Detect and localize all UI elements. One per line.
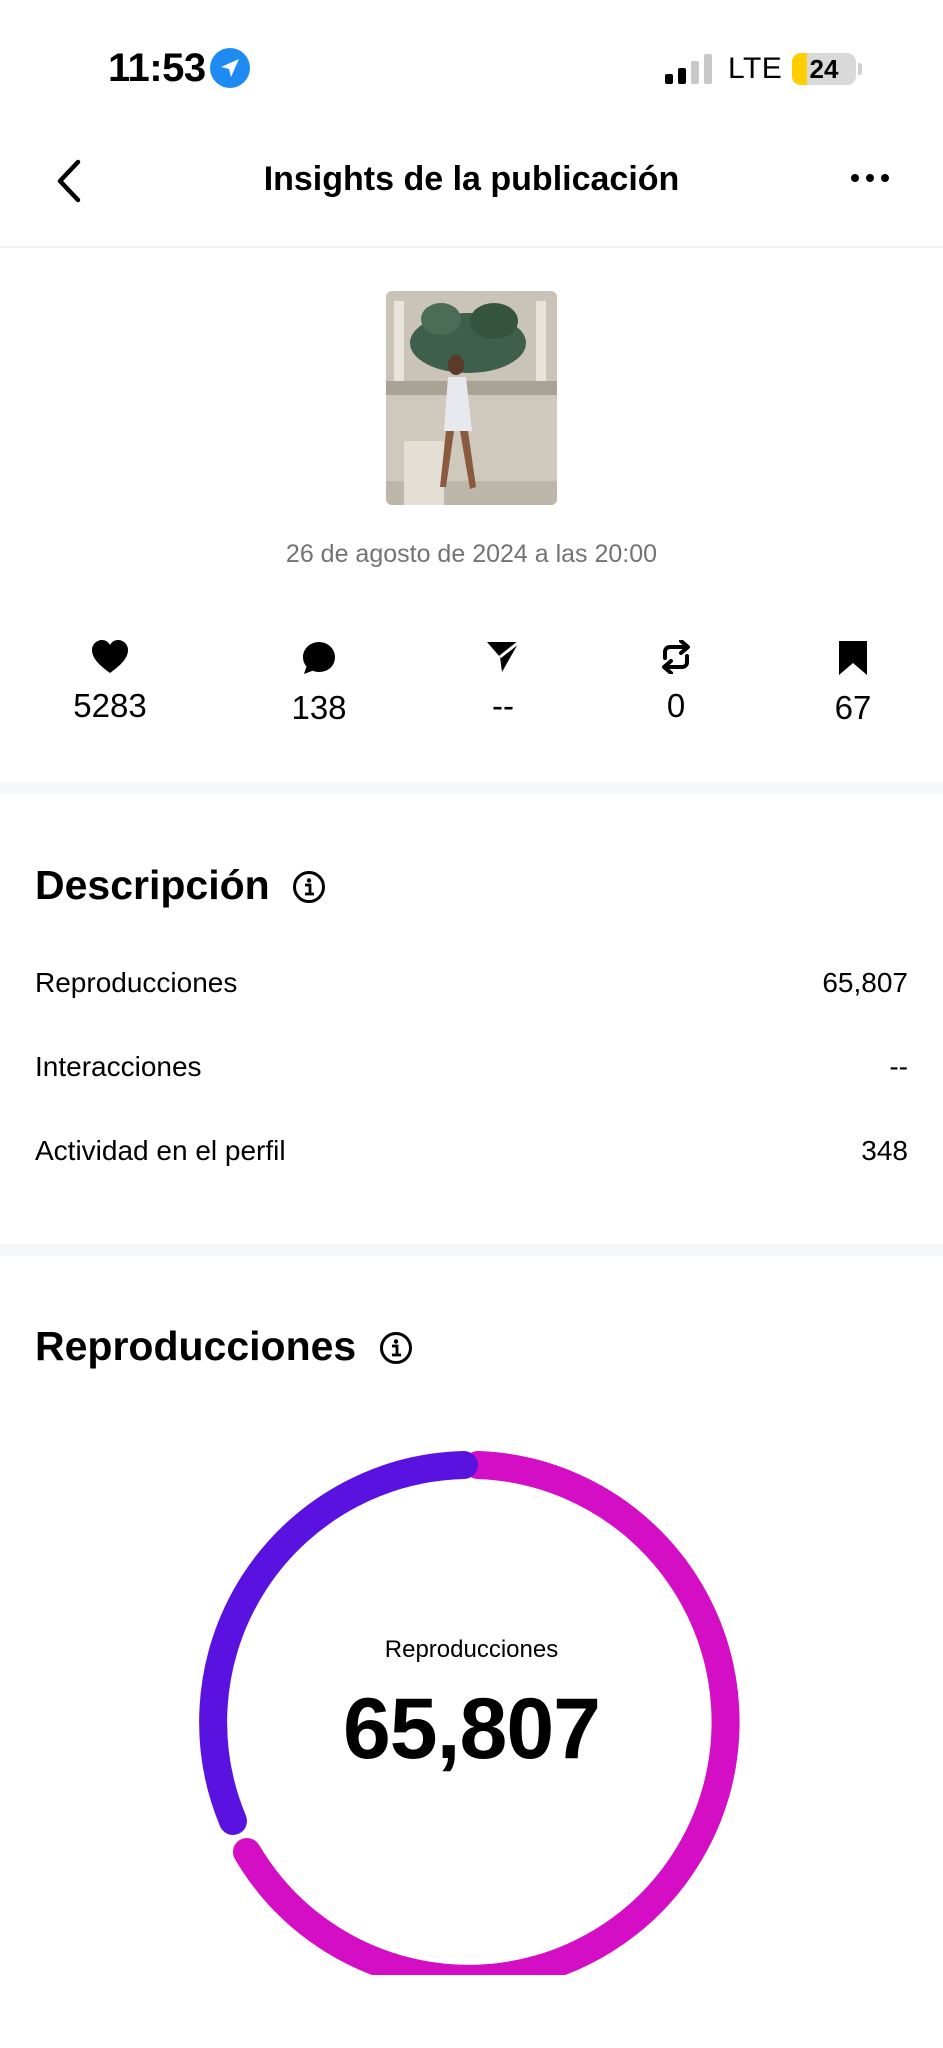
stat-reposts: 0: [596, 640, 756, 724]
reposts-count: 0: [666, 687, 686, 724]
donut-label: Reproducciones: [384, 1636, 559, 1663]
comment-icon: [303, 642, 335, 674]
location-arrow-icon: [210, 48, 250, 88]
repost-icon: [662, 640, 690, 674]
stat-saves: 67: [773, 640, 933, 726]
battery-percent: 24: [809, 54, 839, 84]
overview-row-label-views: Reproducciones: [35, 967, 238, 998]
saves-count: 67: [834, 689, 872, 726]
status-time: 11:53: [108, 46, 206, 90]
section-separator: [0, 782, 943, 794]
overview-row-value-views: 65,807: [822, 967, 908, 998]
overview-row-value-profile-activity: 348: [861, 1135, 908, 1166]
comments-count: 138: [291, 689, 347, 726]
overview-row-value-interactions: --: [889, 1051, 908, 1082]
views-info-icon[interactable]: [379, 1331, 413, 1365]
header-divider: [0, 246, 943, 248]
views-title: Reproducciones: [35, 1323, 357, 1369]
network-type: LTE: [728, 52, 783, 85]
overview-info-icon[interactable]: [292, 870, 326, 904]
cellular-signal-icon: [665, 54, 712, 84]
donut-total-value: 65,807: [342, 1681, 601, 1777]
page-title: Insights de la publicación: [263, 160, 680, 198]
heart-icon: [92, 640, 128, 673]
more-options-button[interactable]: [850, 172, 890, 184]
stat-likes: 5283: [30, 640, 190, 724]
stat-shares: --: [423, 640, 583, 724]
overview-row-label-profile-activity: Actividad en el perfil: [35, 1135, 286, 1166]
battery-cap: [858, 63, 862, 75]
post-date: 26 de agosto de 2024 a las 20:00: [285, 540, 658, 568]
battery-icon: 24: [792, 53, 856, 85]
bookmark-icon: [839, 641, 867, 675]
likes-count: 5283: [73, 687, 147, 724]
overview-title: Descripción: [35, 862, 270, 908]
share-icon: [487, 640, 520, 672]
stat-comments: 138: [239, 640, 399, 726]
overview-row-label-interactions: Interacciones: [35, 1051, 202, 1082]
shares-count: --: [492, 687, 514, 724]
section-separator: [0, 1244, 943, 1256]
post-thumbnail[interactable]: [386, 291, 557, 505]
